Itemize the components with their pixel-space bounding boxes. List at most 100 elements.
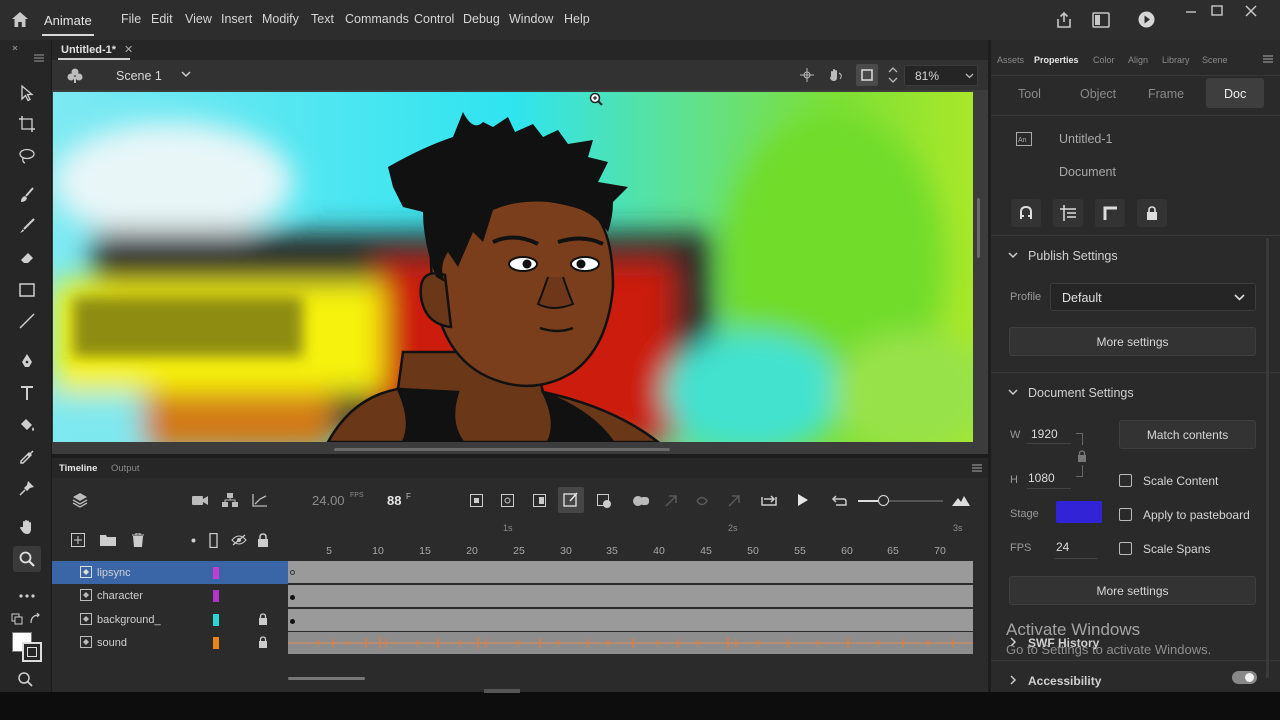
workspace-icon[interactable] [1092, 12, 1110, 28]
stage-vertical-scrollbar[interactable] [977, 198, 980, 258]
keyframe[interactable] [290, 619, 295, 624]
publish-more-settings-button[interactable]: More settings [1009, 327, 1256, 356]
highlight-layers-icon[interactable] [191, 538, 196, 543]
document-settings-title[interactable]: Document Settings [1028, 386, 1134, 400]
new-layer-icon[interactable] [71, 533, 85, 547]
menu-debug[interactable]: Debug [463, 12, 500, 26]
frame-row-character[interactable] [288, 585, 973, 607]
layer-row-sound[interactable]: sound [52, 631, 288, 654]
document-tab[interactable]: Untitled-1* ✕ [56, 40, 138, 60]
menu-edit[interactable]: Edit [151, 12, 173, 26]
lock-all-icon[interactable] [257, 533, 269, 547]
default-colors-icon[interactable] [11, 613, 23, 625]
subtab-frame[interactable]: Frame [1148, 87, 1184, 101]
graph-editor-icon[interactable] [252, 493, 268, 507]
guides-button[interactable] [1095, 199, 1125, 227]
layer-color-chip[interactable] [213, 567, 219, 579]
test-movie-icon[interactable] [1137, 10, 1156, 29]
toolbar-menu-icon[interactable] [34, 54, 44, 62]
line-tool-icon[interactable] [13, 308, 41, 334]
onion-skin-outline-icon[interactable] [597, 494, 612, 509]
layer-lock-icon[interactable] [258, 636, 268, 648]
hand-tool-icon[interactable] [13, 514, 41, 540]
layer-row-background[interactable]: background_ [52, 608, 288, 631]
tab-align[interactable]: Align [1128, 55, 1148, 65]
close-tab-icon[interactable]: ✕ [124, 43, 133, 56]
profile-select[interactable]: Default [1050, 283, 1256, 311]
menu-text[interactable]: Text [311, 12, 334, 26]
frame-zoom-handle[interactable] [878, 495, 889, 506]
scene-name[interactable]: Scene 1 [116, 69, 162, 83]
tab-color[interactable]: Color [1093, 55, 1115, 65]
free-transform-tool-icon[interactable] [13, 111, 41, 137]
paint-bucket-tool-icon[interactable] [13, 412, 41, 438]
height-value[interactable]: 1080 [1028, 471, 1055, 485]
insert-frame-icon[interactable] [695, 494, 709, 508]
menu-insert[interactable]: Insert [221, 12, 252, 26]
zoom-field[interactable]: 81% [904, 65, 978, 86]
stage-color-swatch[interactable] [1056, 501, 1102, 523]
layer-row-lipsync[interactable]: lipsync [52, 561, 288, 584]
menu-commands[interactable]: Commands [345, 12, 409, 26]
doc-fps-value[interactable]: 24 [1056, 540, 1069, 554]
properties-panel-menu-icon[interactable] [1263, 55, 1273, 63]
tab-properties[interactable]: Properties [1034, 55, 1079, 65]
center-stage-button[interactable] [856, 64, 878, 86]
swap-colors-icon[interactable] [29, 613, 41, 625]
edit-multiple-frames-button[interactable] [558, 487, 584, 513]
loop-playback-icon[interactable] [831, 494, 847, 507]
eraser-tool-icon[interactable] [13, 244, 41, 270]
collapse-toolbar-icon[interactable] [12, 45, 18, 51]
text-tool-icon[interactable] [13, 380, 41, 406]
snapping-icon[interactable] [800, 68, 814, 82]
stage-horizontal-scrollbar[interactable] [334, 448, 670, 451]
zoom-dropdown-icon[interactable] [965, 73, 974, 79]
publish-settings-chevron-icon[interactable] [1008, 252, 1018, 259]
zoom-tool-icon[interactable] [13, 546, 41, 572]
width-value[interactable]: 1920 [1031, 427, 1058, 441]
accessibility-toggle[interactable] [1232, 671, 1257, 684]
frame-zoom-slider[interactable] [858, 495, 943, 506]
tab-timeline[interactable]: Timeline [59, 463, 97, 474]
properties-scrollbar[interactable] [1266, 238, 1269, 678]
link-dimensions-icon[interactable] [1077, 450, 1087, 462]
lasso-tool-icon[interactable] [13, 143, 41, 169]
layer-parenting-icon[interactable] [222, 493, 238, 507]
timeline-panel-menu-icon[interactable] [972, 464, 982, 472]
maximize-icon[interactable] [1206, 4, 1228, 18]
paint-brush-tool-icon[interactable] [13, 213, 41, 239]
subtab-tool[interactable]: Tool [1018, 87, 1041, 101]
subtab-object[interactable]: Object [1080, 87, 1116, 101]
loop-icon[interactable] [501, 494, 514, 507]
scale-spans-checkbox[interactable] [1119, 542, 1132, 555]
publish-settings-title[interactable]: Publish Settings [1028, 249, 1118, 263]
frame-row-lipsync[interactable] [288, 561, 973, 583]
tab-output[interactable]: Output [111, 463, 140, 474]
lock-guides-button[interactable] [1137, 199, 1167, 227]
snap-to-objects-button[interactable] [1011, 199, 1041, 227]
apply-to-pasteboard-checkbox[interactable] [1119, 508, 1132, 521]
layer-color-chip[interactable] [213, 590, 219, 602]
edit-symbols-icon[interactable] [66, 67, 84, 83]
rectangle-tool-icon[interactable] [13, 277, 41, 303]
blank-keyframe[interactable] [290, 570, 295, 575]
menu-view[interactable]: View [185, 12, 212, 26]
tab-scene[interactable]: Scene [1202, 55, 1228, 65]
frame-row-background[interactable] [288, 609, 973, 631]
layer-color-chip[interactable] [213, 637, 219, 649]
insert-keyframe-icon[interactable] [632, 495, 650, 507]
eyedropper-tool-icon[interactable] [13, 444, 41, 470]
menu-window[interactable]: Window [509, 12, 553, 26]
frame-row-sound[interactable] [288, 632, 973, 654]
current-frame-value[interactable]: 88 [387, 493, 401, 508]
pen-tool-icon[interactable] [13, 348, 41, 374]
menu-modify[interactable]: Modify [262, 12, 299, 26]
close-window-icon[interactable] [1240, 4, 1262, 18]
stage-canvas[interactable] [53, 92, 973, 442]
menu-control[interactable]: Control [414, 12, 454, 26]
insert-blank-keyframe-icon[interactable] [664, 494, 678, 508]
share-icon[interactable] [1055, 11, 1073, 29]
home-icon[interactable] [11, 11, 29, 28]
scene-dropdown-icon[interactable] [181, 71, 191, 78]
brush-tool-icon[interactable] [13, 182, 41, 208]
